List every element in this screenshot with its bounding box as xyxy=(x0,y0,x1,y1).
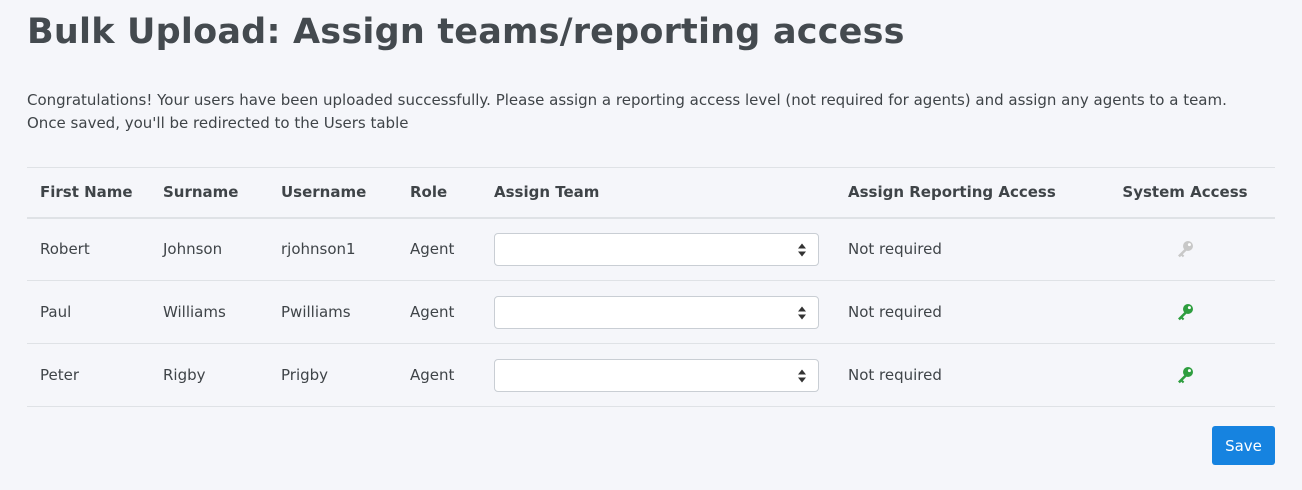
surname-cell: Johnson xyxy=(150,217,268,281)
assign-team-select[interactable] xyxy=(494,295,819,329)
page-title: Bulk Upload: Assign teams/reporting acce… xyxy=(27,12,905,52)
intro-text: Congratulations! Your users have been up… xyxy=(27,91,1227,132)
users-table: First Name Surname Username Role Assign … xyxy=(27,167,1275,407)
table-row: Robert Johnson rjohnson1 Agent Not requi… xyxy=(27,217,1275,281)
select-arrows-icon xyxy=(798,369,806,382)
assign-team-select[interactable] xyxy=(494,358,819,392)
column-header-role: Role xyxy=(397,167,481,219)
first-name-cell: Paul xyxy=(27,280,150,344)
role-cell: Agent xyxy=(397,343,481,407)
table-row: Paul Williams Pwilliams Agent Not requir… xyxy=(27,280,1275,344)
column-header-system-access: System Access xyxy=(1095,167,1275,219)
system-access-cell xyxy=(1095,217,1275,281)
username-cell: Pwilliams xyxy=(268,280,397,344)
surname-cell: Williams xyxy=(150,280,268,344)
table-row: Peter Rigby Prigby Agent Not required xyxy=(27,343,1275,407)
column-header-surname: Surname xyxy=(150,167,268,219)
key-icon[interactable] xyxy=(1175,302,1195,322)
key-icon[interactable] xyxy=(1175,365,1195,385)
column-header-assign-reporting-access: Assign Reporting Access xyxy=(835,167,1095,219)
username-cell: rjohnson1 xyxy=(268,217,397,281)
role-cell: Agent xyxy=(397,217,481,281)
username-cell: Prigby xyxy=(268,343,397,407)
assign-team-cell xyxy=(481,217,835,281)
select-arrows-icon xyxy=(798,243,806,257)
assign-team-cell xyxy=(481,343,835,407)
column-header-username: Username xyxy=(268,167,397,219)
role-cell: Agent xyxy=(397,280,481,344)
bulk-upload-page: Bulk Upload: Assign teams/reporting acce… xyxy=(0,0,1302,490)
assign-team-cell xyxy=(481,280,835,344)
first-name-cell: Peter xyxy=(27,343,150,407)
assign-team-select[interactable] xyxy=(494,232,819,266)
system-access-cell xyxy=(1095,343,1275,407)
first-name-cell: Robert xyxy=(27,217,150,281)
column-header-assign-team: Assign Team xyxy=(481,167,835,219)
surname-cell: Rigby xyxy=(150,343,268,407)
reporting-access-cell: Not required xyxy=(835,280,1095,344)
column-header-first-name: First Name xyxy=(27,167,150,219)
key-icon[interactable] xyxy=(1175,239,1195,259)
reporting-access-cell: Not required xyxy=(835,343,1095,407)
table-header-row: First Name Surname Username Role Assign … xyxy=(27,167,1275,219)
save-button[interactable]: Save xyxy=(1212,426,1275,465)
system-access-cell xyxy=(1095,280,1275,344)
select-arrows-icon xyxy=(798,306,806,319)
reporting-access-cell: Not required xyxy=(835,217,1095,281)
